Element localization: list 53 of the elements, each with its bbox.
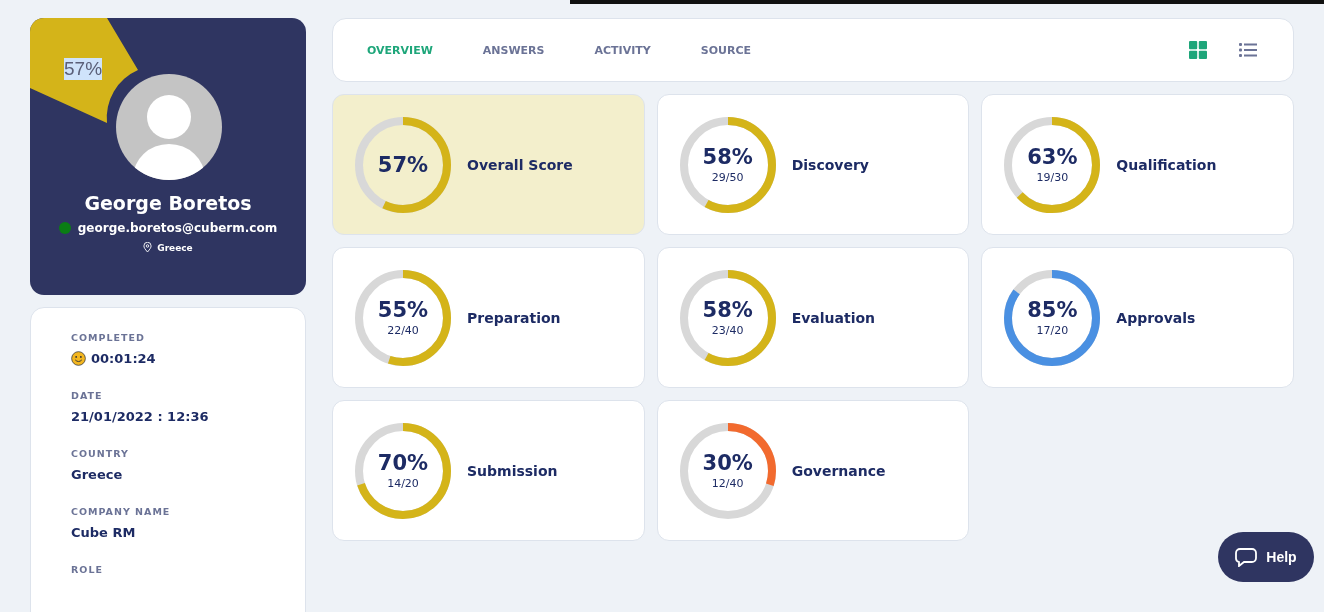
profile-location: Greece — [157, 242, 193, 253]
score-card[interactable]: 58% 29/50 Discovery — [656, 94, 970, 235]
score-label: Submission — [467, 462, 558, 479]
help-button[interactable]: Help — [1218, 532, 1314, 582]
score-percent: 58% — [702, 145, 753, 169]
profile-name: George Boretos — [84, 192, 252, 214]
score-percent: 57% — [377, 152, 429, 177]
detail-label: COUNTRY — [71, 448, 130, 459]
score-card[interactable]: 58% 23/40 Evaluation — [656, 247, 970, 388]
list-view-icon[interactable] — [1239, 41, 1257, 59]
tab[interactable]: ANSWERS — [476, 37, 551, 63]
detail-value: 00:01:24 — [91, 351, 156, 366]
score-label: Preparation — [467, 309, 561, 326]
score-label: Discovery — [791, 156, 869, 173]
score-percent: 70% — [377, 451, 429, 475]
tab[interactable]: SOURCE — [694, 37, 758, 63]
score-card[interactable]: 30% 12/40 Governance — [656, 400, 970, 541]
score-fraction: 22/40 — [387, 324, 419, 337]
location-pin-icon — [143, 242, 153, 253]
score-percent: 30% — [702, 451, 753, 475]
score-fraction: 14/20 — [387, 477, 419, 490]
score-card[interactable]: 63% 19/30 Qualification — [981, 94, 1294, 235]
score-fraction: 17/20 — [1036, 324, 1069, 337]
score-card[interactable]: 70% 14/20 Submission — [332, 400, 645, 541]
score-percent: 55% — [377, 298, 429, 322]
detail-value: 21/01/2022 : 12:36 — [71, 409, 209, 424]
score-percent: 58% — [702, 298, 753, 322]
chat-bubble-icon — [1235, 547, 1258, 567]
score-percent: 63% — [1027, 145, 1078, 169]
profile-email: george.boretos@cuberm.com — [77, 221, 278, 235]
score-badge: 57% — [64, 58, 103, 80]
score-card[interactable]: 57% Overall Score — [332, 94, 645, 235]
tab[interactable]: ACTIVITY — [588, 37, 657, 63]
detail-label: COMPANY NAME — [71, 506, 172, 517]
detail-value: Greece — [71, 467, 123, 482]
score-label: Governance — [791, 462, 886, 479]
score-card[interactable]: 55% 22/40 Preparation — [332, 247, 645, 388]
detail-value: Cube RM — [71, 525, 136, 540]
score-label: Approvals — [1116, 309, 1196, 326]
score-label: Overall Score — [467, 156, 573, 173]
score-fraction: 23/40 — [711, 324, 744, 337]
grid-view-icon[interactable] — [1189, 41, 1207, 59]
score-fraction: 12/40 — [711, 477, 744, 490]
score-fraction: 19/30 — [1036, 171, 1069, 184]
detail-label: COMPLETED — [71, 332, 146, 343]
score-label: Qualification — [1116, 156, 1217, 173]
detail-label: ROLE — [71, 564, 104, 575]
score-label: Evaluation — [791, 309, 876, 326]
smiley-icon — [71, 351, 86, 366]
score-percent: 85% — [1027, 298, 1078, 322]
detail-label: DATE — [71, 390, 104, 401]
score-fraction: 29/50 — [711, 171, 744, 184]
score-card[interactable]: 85% 17/20 Approvals — [981, 247, 1294, 388]
